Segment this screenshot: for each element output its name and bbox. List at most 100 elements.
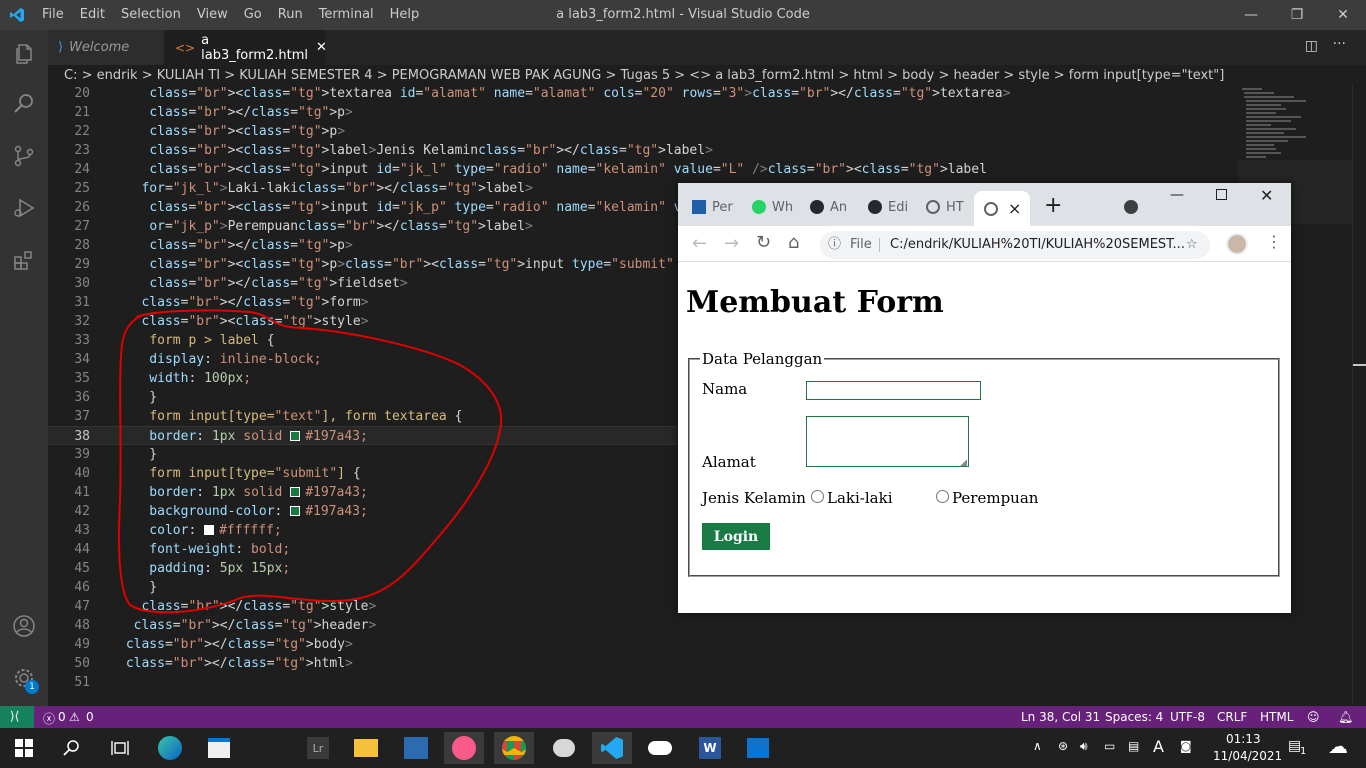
chat-cloud-icon[interactable]: ☁: [1328, 734, 1348, 758]
paint-icon[interactable]: [544, 732, 584, 764]
run-debug-icon[interactable]: [12, 196, 36, 220]
file-explorer-icon[interactable]: [346, 732, 386, 764]
volume-icon[interactable]: 🔊︎: [1080, 739, 1088, 754]
explorer-icon[interactable]: [12, 42, 36, 66]
search-icon[interactable]: [52, 732, 92, 764]
tray-device-icon[interactable]: ⊛: [1058, 739, 1068, 753]
browser-tab[interactable]: Edi: [868, 193, 908, 221]
warning-count[interactable]: 0: [86, 710, 94, 724]
code-text[interactable]: class="br"><class="tg">label>Jenis Kelam…: [118, 141, 713, 160]
browser-tab-active[interactable]: ×: [974, 191, 1030, 226]
tab-lab3-form2[interactable]: <> a lab3_form2.html ✕: [165, 30, 327, 65]
code-text[interactable]: class="br"></class="tg">header>: [118, 616, 377, 635]
encoding[interactable]: UTF-8: [1170, 710, 1205, 724]
radio-laki-laki[interactable]: [811, 490, 824, 503]
error-count[interactable]: 0: [58, 710, 66, 724]
input-method-icon[interactable]: A: [1153, 737, 1164, 756]
language-mode[interactable]: HTML: [1260, 710, 1293, 724]
browser-close-icon[interactable]: ✕: [1260, 186, 1273, 205]
editor-scrollbar[interactable]: [1352, 84, 1366, 706]
code-text[interactable]: class="br"></class="tg">fieldset>: [118, 274, 407, 293]
code-text[interactable]: form input[type="text"], form textarea {: [118, 407, 462, 426]
tab-close-icon[interactable]: ✕: [316, 40, 327, 55]
address-bar[interactable]: ⓘ File C:/endrik/KULIAH%20TI/KULIAH%20SE…: [820, 231, 1210, 259]
code-text[interactable]: or="jk_p">Perempuanclass="br"></class="t…: [118, 217, 533, 236]
clock-date[interactable]: 11/04/2021: [1213, 749, 1282, 763]
code-line[interactable]: 50 class="br"></class="tg">html>: [48, 654, 1238, 673]
menu-help[interactable]: Help: [390, 7, 428, 22]
code-text[interactable]: class="br"></class="tg">p>: [118, 103, 353, 122]
cursor-position[interactable]: Ln 38, Col 31: [1021, 710, 1100, 724]
code-text[interactable]: class="br"><class="tg">textarea id="alam…: [118, 84, 1010, 103]
code-text[interactable]: color: #ffffff;: [118, 521, 281, 540]
code-text[interactable]: class="br"></class="tg">p>: [118, 236, 353, 255]
close-icon[interactable]: ✕: [1320, 0, 1366, 30]
minimize-icon[interactable]: —: [1228, 0, 1274, 30]
feedback-icon[interactable]: ☺: [1307, 710, 1320, 724]
windows-start-icon[interactable]: [4, 732, 44, 764]
code-text[interactable]: border: 1px solid #197a43;: [118, 427, 368, 446]
nama-input[interactable]: [806, 381, 981, 400]
more-actions-icon[interactable]: ···: [1333, 36, 1346, 52]
code-line[interactable]: 24 class="br"><class="tg">input id="jk_l…: [48, 160, 1238, 179]
back-icon[interactable]: ←: [692, 233, 707, 254]
laki-laki-label[interactable]: Laki-laki: [827, 489, 893, 507]
code-text[interactable]: form p > label {: [118, 331, 274, 350]
code-line[interactable]: 20 class="br"><class="tg">textarea id="a…: [48, 84, 1238, 103]
network-icon[interactable]: ▤: [1128, 739, 1139, 753]
browser-minimize-icon[interactable]: —: [1170, 187, 1184, 203]
store-icon[interactable]: [199, 732, 239, 764]
error-icon[interactable]: ⓧ: [43, 710, 55, 727]
photos-icon[interactable]: [738, 732, 778, 764]
code-text[interactable]: padding: 5px 15px;: [118, 559, 290, 578]
line-ending[interactable]: CRLF: [1217, 710, 1247, 724]
search-icon[interactable]: [12, 92, 36, 116]
remote-indicator[interactable]: ⟩⟨: [0, 706, 34, 728]
resize-handle-icon[interactable]: ◢: [960, 458, 967, 468]
browser-maximize-icon[interactable]: [1216, 189, 1227, 200]
code-text[interactable]: class="br"></class="tg">html>: [118, 654, 353, 673]
tab-search-icon[interactable]: [1124, 200, 1138, 214]
code-line[interactable]: 51: [48, 673, 1238, 692]
code-text[interactable]: width: 100px;: [118, 369, 251, 388]
browser-tab[interactable]: Per: [692, 193, 733, 221]
code-text[interactable]: form input[type="submit"] {: [118, 464, 360, 483]
profile-avatar[interactable]: [1226, 233, 1248, 255]
itunes-icon[interactable]: [444, 732, 484, 764]
onedrive-icon[interactable]: [640, 732, 680, 764]
new-tab-button[interactable]: +: [1044, 193, 1062, 218]
code-line[interactable]: 48 class="br"></class="tg">header>: [48, 616, 1238, 635]
warning-icon[interactable]: ⚠: [69, 710, 80, 724]
source-control-icon[interactable]: [12, 144, 36, 168]
code-text[interactable]: display: inline-block;: [118, 350, 321, 369]
menu-go[interactable]: Go: [244, 7, 270, 22]
menu-run[interactable]: Run: [278, 7, 311, 22]
chrome-icon[interactable]: [494, 732, 534, 764]
login-button[interactable]: Login: [702, 523, 770, 550]
tab-close-icon[interactable]: ×: [1008, 199, 1021, 218]
vscode-icon[interactable]: [592, 732, 632, 764]
code-line[interactable]: 21 class="br"></class="tg">p>: [48, 103, 1238, 122]
tab-welcome[interactable]: ⟩ Welcome: [48, 30, 163, 65]
battery-icon[interactable]: ▭: [1104, 739, 1115, 753]
code-text[interactable]: class="br"><class="tg">style>: [118, 312, 368, 331]
word-icon[interactable]: W: [690, 732, 730, 764]
code-line[interactable]: 23 class="br"><class="tg">label>Jenis Ke…: [48, 141, 1238, 160]
perempuan-label[interactable]: Perempuan: [952, 489, 1038, 507]
restore-icon[interactable]: ❐: [1274, 0, 1320, 30]
alamat-textarea[interactable]: ◢: [806, 416, 969, 468]
extensions-icon[interactable]: [12, 248, 36, 272]
security-icon[interactable]: ◙: [1180, 739, 1192, 753]
code-text[interactable]: background-color: #197a43;: [118, 502, 368, 521]
code-text[interactable]: }: [118, 388, 157, 407]
code-text[interactable]: class="br"></class="tg">style>: [118, 597, 376, 616]
bookmark-star-icon[interactable]: ☆: [1186, 231, 1198, 259]
account-icon[interactable]: [12, 614, 36, 638]
code-text[interactable]: class="br"></class="tg">form>: [118, 293, 368, 312]
indentation[interactable]: Spaces: 4: [1105, 710, 1163, 724]
browser-tab[interactable]: An: [810, 193, 847, 221]
code-line[interactable]: 49 class="br"></class="tg">body>: [48, 635, 1238, 654]
media-player-icon[interactable]: [396, 732, 436, 764]
radio-perempuan[interactable]: [936, 490, 949, 503]
menu-terminal[interactable]: Terminal: [319, 7, 382, 22]
